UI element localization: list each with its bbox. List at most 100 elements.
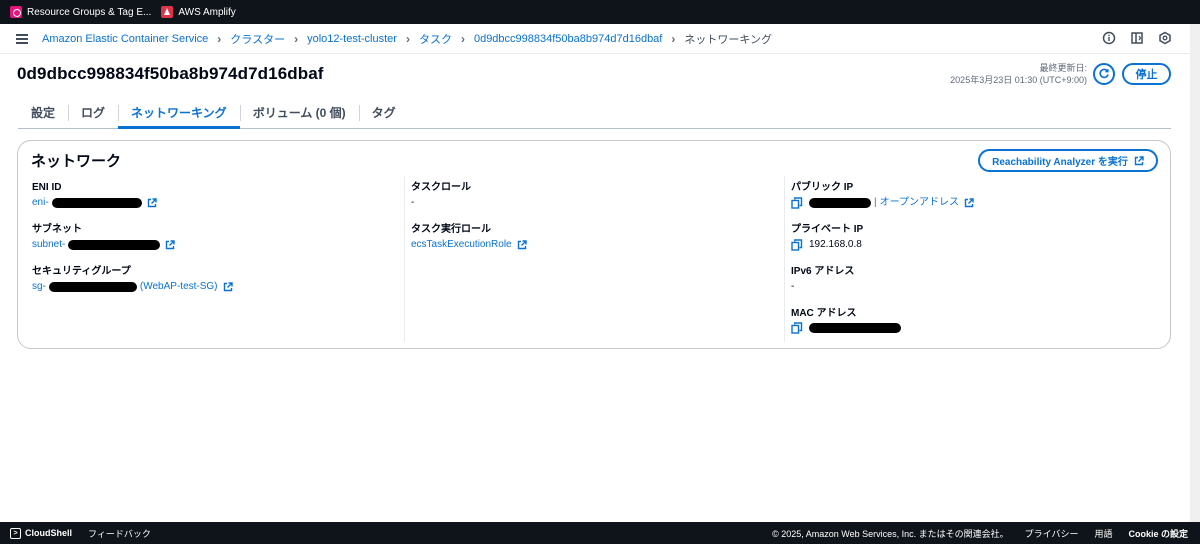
breadcrumb-tasks[interactable]: タスク bbox=[419, 31, 452, 47]
task-role-value: - bbox=[411, 197, 415, 208]
privacy-link[interactable]: プライバシー bbox=[1025, 527, 1079, 540]
security-group-value[interactable]: sg- (WebAP-test-SG) bbox=[32, 280, 233, 294]
subnet-label: サブネット bbox=[32, 224, 82, 235]
task-exec-role-link[interactable]: ecsTaskExecutionRole bbox=[411, 238, 512, 252]
private-ip-text: 192.168.0.8 bbox=[809, 239, 862, 250]
info-icon[interactable] bbox=[1102, 31, 1116, 45]
security-group-prefix[interactable]: sg- bbox=[32, 280, 46, 294]
public-ip-label: パブリック IP bbox=[791, 182, 854, 193]
security-group-label: セキュリティグループ bbox=[32, 266, 131, 277]
tab-logs[interactable]: ログ bbox=[68, 96, 118, 128]
resource-groups-icon bbox=[10, 6, 22, 18]
terms-link[interactable]: 用語 bbox=[1094, 527, 1112, 540]
tab-settings[interactable]: 設定 bbox=[18, 96, 68, 128]
refresh-button[interactable] bbox=[1093, 63, 1115, 85]
eni-value[interactable]: eni- bbox=[32, 196, 157, 210]
bookmark-resource-groups[interactable]: Resource Groups & Tag E... bbox=[10, 6, 151, 18]
breadcrumb-ecs[interactable]: Amazon Elastic Container Service bbox=[42, 33, 208, 45]
chevron-right-icon: › bbox=[405, 31, 410, 46]
mac-value bbox=[791, 322, 901, 334]
security-group-field: セキュリティグループ sg- (WebAP-test-SG) bbox=[32, 265, 233, 294]
eni-label: ENI ID bbox=[32, 182, 62, 193]
eni-prefix[interactable]: eni- bbox=[32, 196, 49, 210]
top-icons bbox=[1102, 31, 1172, 45]
private-ip-field: プライベート IP 192.168.0.8 bbox=[791, 223, 863, 252]
cloudshell-button[interactable]: > CloudShell bbox=[10, 527, 72, 539]
subnet-field: サブネット subnet- bbox=[32, 223, 176, 252]
external-link-icon[interactable] bbox=[165, 240, 176, 250]
column-divider bbox=[404, 176, 405, 342]
copy-icon[interactable] bbox=[791, 197, 803, 209]
tab-tags[interactable]: タグ bbox=[358, 96, 409, 128]
chevron-right-icon: › bbox=[294, 31, 299, 46]
copy-icon[interactable] bbox=[791, 239, 803, 251]
tab-list: 設定 ログ ネットワーキング ボリューム (0 個) タグ bbox=[18, 96, 1171, 129]
footer: > CloudShell フィードバック © 2025, Amazon Web … bbox=[0, 522, 1200, 544]
menu-icon[interactable] bbox=[16, 33, 28, 44]
refresh-icon bbox=[1099, 68, 1109, 79]
external-link-icon[interactable] bbox=[223, 282, 233, 292]
redacted-mac bbox=[809, 323, 901, 333]
cloudshell-label: CloudShell bbox=[25, 528, 72, 538]
bookmark-label: Resource Groups & Tag E... bbox=[27, 6, 152, 18]
last-updated-label: 最終更新日: bbox=[1039, 63, 1087, 73]
private-ip-label: プライベート IP bbox=[791, 224, 864, 235]
ipv6-value: - bbox=[791, 281, 795, 292]
page-title: 0d9dbcc998834f50ba8b974d7d16dbaf bbox=[17, 64, 324, 83]
ipv6-field: IPv6 アドレス - bbox=[791, 265, 854, 294]
public-ip-value: | オープンアドレス bbox=[791, 196, 974, 210]
terminal-icon: > bbox=[10, 527, 21, 539]
bookmark-aws-amplify[interactable]: AWS Amplify bbox=[161, 6, 236, 18]
task-role-label: タスクロール bbox=[411, 182, 471, 193]
scrollbar[interactable] bbox=[1190, 24, 1200, 522]
mac-label: MAC アドレス bbox=[791, 308, 857, 319]
ipv6-label: IPv6 アドレス bbox=[791, 266, 855, 277]
breadcrumb-clusters[interactable]: クラスター bbox=[230, 31, 285, 47]
external-link-icon[interactable] bbox=[147, 198, 157, 208]
reachability-analyzer-button[interactable]: Reachability Analyzer を実行 bbox=[978, 149, 1158, 172]
external-link-icon[interactable] bbox=[964, 198, 974, 208]
breadcrumb-cluster[interactable]: yolo12-test-cluster bbox=[307, 33, 397, 45]
bookmark-label: AWS Amplify bbox=[178, 6, 236, 18]
tab-volumes[interactable]: ボリューム (0 個) bbox=[239, 96, 359, 128]
subnet-prefix[interactable]: subnet- bbox=[32, 238, 65, 252]
panel-toggle-icon[interactable] bbox=[1130, 31, 1144, 45]
stop-button[interactable]: 停止 bbox=[1122, 63, 1171, 85]
tab-networking[interactable]: ネットワーキング bbox=[118, 96, 240, 129]
column-divider bbox=[784, 176, 785, 342]
redacted-public-ip bbox=[809, 198, 871, 208]
public-ip-field: パブリック IP | オープンアドレス bbox=[791, 181, 974, 210]
breadcrumb-current: ネットワーキング bbox=[684, 33, 773, 46]
chevron-right-icon: › bbox=[671, 31, 676, 46]
settings-icon[interactable] bbox=[1158, 31, 1172, 45]
bookmarks-bar: Resource Groups & Tag E... AWS Amplify bbox=[0, 0, 1200, 24]
security-group-name[interactable]: (WebAP-test-SG) bbox=[140, 280, 218, 294]
eni-field: ENI ID eni- bbox=[32, 181, 157, 210]
reachability-analyzer-label: Reachability Analyzer を実行 bbox=[992, 157, 1128, 168]
last-updated-value: 2025年3月23日 01:30 (UTC+9:00) bbox=[950, 75, 1087, 85]
copy-icon[interactable] bbox=[791, 322, 803, 334]
task-exec-role-value[interactable]: ecsTaskExecutionRole bbox=[411, 238, 527, 252]
mac-field: MAC アドレス bbox=[791, 307, 901, 334]
external-link-icon[interactable] bbox=[517, 240, 527, 250]
copyright-text: © 2025, Amazon Web Services, Inc. またはその関… bbox=[772, 528, 1009, 539]
task-role-field: タスクロール - bbox=[411, 181, 471, 210]
private-ip-value: 192.168.0.8 bbox=[791, 238, 863, 252]
redacted-subnet bbox=[68, 240, 161, 250]
cookie-settings-link[interactable]: Cookie の設定 bbox=[1128, 527, 1188, 540]
chevron-right-icon: › bbox=[217, 31, 222, 46]
last-updated: 最終更新日: 2025年3月23日 01:30 (UTC+9:00) bbox=[950, 62, 1087, 86]
breadcrumb-task[interactable]: 0d9dbcc998834f50ba8b974d7d16dbaf bbox=[474, 33, 662, 45]
task-exec-role-field: タスク実行ロール ecsTaskExecutionRole bbox=[411, 223, 527, 252]
external-link-icon bbox=[1134, 155, 1144, 165]
task-exec-role-label: タスク実行ロール bbox=[411, 224, 491, 235]
redacted-eni bbox=[51, 198, 142, 208]
breadcrumb-bar: Amazon Elastic Container Service › クラスター… bbox=[0, 24, 1200, 54]
amplify-icon bbox=[161, 6, 174, 18]
feedback-link[interactable]: フィードバック bbox=[88, 527, 151, 540]
open-address-link[interactable]: オープンアドレス bbox=[880, 196, 959, 210]
chevron-right-icon: › bbox=[460, 31, 465, 46]
subnet-value[interactable]: subnet- bbox=[32, 238, 176, 252]
separator: | bbox=[874, 197, 877, 208]
network-title: ネットワーク bbox=[31, 153, 122, 170]
